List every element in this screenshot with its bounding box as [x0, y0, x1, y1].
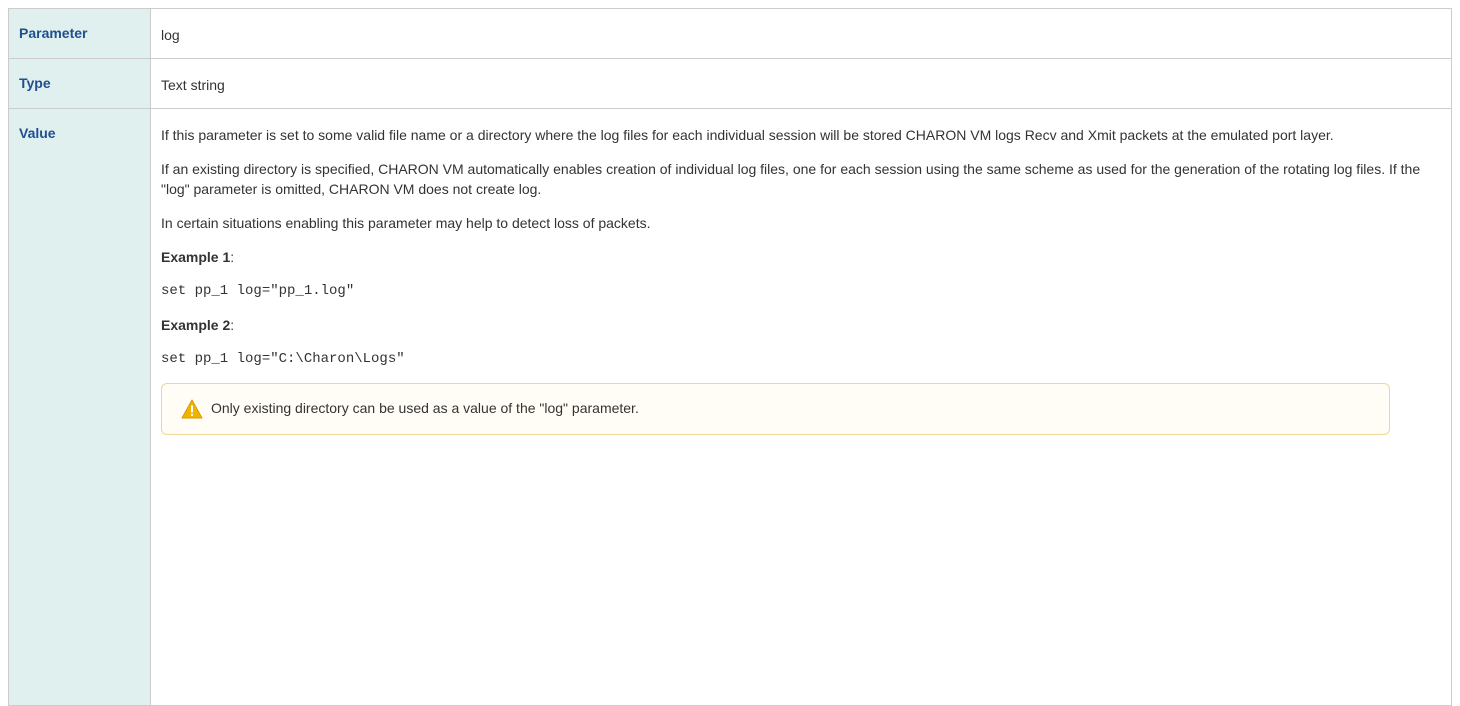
warning-callout: Only existing directory can be used as a… — [161, 383, 1390, 435]
description-paragraph: If an existing directory is specified, C… — [161, 161, 1421, 197]
code-example: set pp_1 log="C:\Charon\Logs" — [161, 351, 405, 367]
example-heading: Example 2: — [161, 315, 1441, 335]
type-value: Text string — [150, 58, 1452, 109]
example-suffix: : — [230, 249, 235, 265]
parameter-table: Parameter log Type Text string Value If … — [8, 8, 1452, 706]
description-paragraph: In certain situations enabling this para… — [161, 215, 651, 231]
warning-triangle-icon — [181, 399, 203, 419]
value-description-cell: If this parameter is set to some valid f… — [150, 108, 1452, 706]
type-header: Type — [8, 58, 151, 109]
table-row: Type Text string — [8, 58, 1452, 109]
value-header: Value — [8, 108, 151, 706]
table-row: Parameter log — [8, 8, 1452, 59]
parameter-header: Parameter — [8, 8, 151, 59]
example-title: Example 2 — [161, 317, 231, 333]
example-heading: Example 1: — [161, 247, 1441, 267]
example-title: Example 1 — [161, 249, 231, 265]
description-paragraph: If this parameter is set to some valid f… — [161, 127, 1334, 143]
warning-text: Only existing directory can be used as a… — [211, 400, 639, 416]
parameter-value: log — [150, 8, 1452, 59]
example-suffix: : — [230, 317, 235, 333]
table-row: Value If this parameter is set to some v… — [8, 108, 1452, 706]
code-example: set pp_1 log="pp_1.log" — [161, 283, 355, 299]
